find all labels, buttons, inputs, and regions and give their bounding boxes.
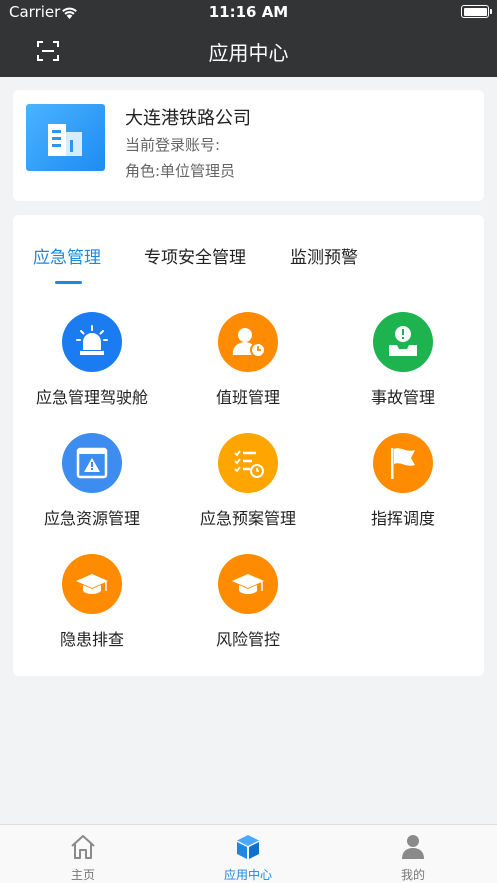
warning-window-icon (62, 433, 122, 493)
flag-icon (373, 433, 433, 493)
graduation-cap-icon (62, 554, 122, 614)
tab-monitoring-warning[interactable]: 监测预警 (290, 243, 358, 268)
person-icon (399, 833, 427, 861)
module-label: 应急资源管理 (43, 509, 140, 528)
tabbar-home[interactable]: 主页 (28, 825, 138, 883)
module-accident-management[interactable]: 事故管理 (328, 312, 478, 417)
tab-emergency-management[interactable]: 应急管理 (33, 243, 101, 268)
tabbar-label: 我的 (400, 868, 425, 882)
checklist-icon (218, 433, 278, 493)
module-emergency-resources[interactable]: 应急资源管理 (17, 433, 167, 538)
home-icon (69, 833, 97, 861)
status-bar: Carrier 11:16 AM (0, 0, 497, 24)
nav-bar: 应用中心 (0, 24, 497, 77)
account-label: 当前登录账号: (125, 136, 221, 154)
module-duty-management[interactable]: 值班管理 (173, 312, 323, 417)
tabbar-mine[interactable]: 我的 (358, 825, 468, 883)
tabbar-label: 应用中心 (223, 868, 272, 882)
module-risk-control[interactable]: 风险管控 (173, 554, 323, 659)
module-emergency-cockpit[interactable]: 应急管理驾驶舱 (17, 312, 167, 417)
accident-tray-icon (373, 312, 433, 372)
module-label: 应急预案管理 (199, 509, 296, 528)
company-name: 大连港铁路公司 (125, 108, 251, 129)
role-label: 角色:单位管理员 (125, 162, 236, 180)
duty-person-icon (218, 312, 278, 372)
clock: 11:16 AM (208, 3, 289, 21)
active-tab-indicator (55, 281, 82, 284)
module-hazard-inspection[interactable]: 隐患排查 (17, 554, 167, 659)
module-command-dispatch[interactable]: 指挥调度 (328, 433, 478, 538)
tabbar-app-center[interactable]: 应用中心 (193, 825, 303, 883)
battery-icon (461, 5, 492, 18)
module-label: 指挥调度 (370, 509, 435, 528)
module-label: 值班管理 (215, 388, 280, 407)
tab-special-safety[interactable]: 专项安全管理 (144, 243, 246, 268)
graduation-cap-icon (218, 554, 278, 614)
cube-icon (234, 833, 262, 861)
tabbar-label: 主页 (70, 868, 95, 882)
bottom-tab-bar: 主页 应用中心 我的 (0, 824, 497, 883)
module-label: 隐患排查 (59, 630, 124, 649)
module-label: 事故管理 (370, 388, 435, 407)
module-label: 应急管理驾驶舱 (35, 388, 148, 407)
siren-icon (62, 312, 122, 372)
module-label: 风险管控 (215, 630, 280, 649)
page-title: 应用中心 (208, 41, 289, 65)
modules-card: 应急管理 专项安全管理 监测预警 应急管理驾驶舱 值班管理 事故管理 应急资源管… (13, 215, 484, 676)
building-icon (26, 104, 105, 171)
module-emergency-plans[interactable]: 应急预案管理 (173, 433, 323, 538)
company-card: 大连港铁路公司 当前登录账号: 角色:单位管理员 (13, 90, 484, 201)
scan-icon[interactable] (36, 40, 60, 62)
